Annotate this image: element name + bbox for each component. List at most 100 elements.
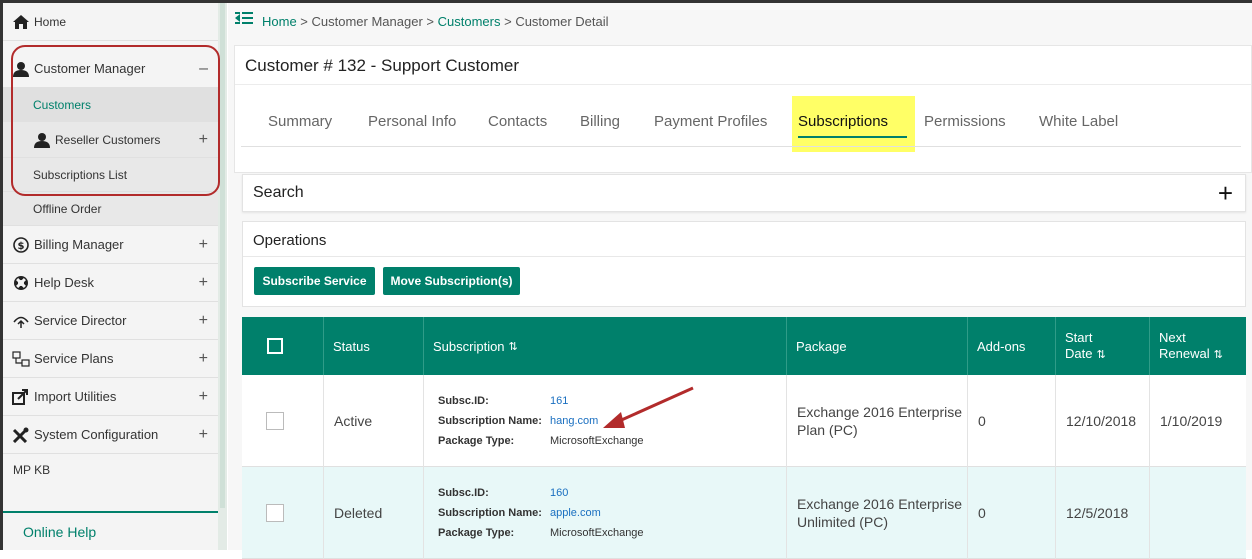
expand-icon[interactable]: + — [199, 388, 208, 406]
subscription-cell: Subsc.ID: 160 Subscription Name: apple.com… — [424, 467, 787, 559]
tab-personal-info[interactable]: Personal Info — [368, 113, 456, 130]
breadcrumb-home[interactable]: Home — [262, 14, 297, 29]
main-content: Home > Customer Manager > Customers > Cu… — [228, 3, 1252, 559]
expand-icon[interactable]: + — [199, 131, 208, 149]
addons-cell: 0 — [968, 375, 1056, 467]
subscription-name-link[interactable]: hang.com — [550, 415, 598, 427]
sidebar-item-home[interactable]: Home — [3, 3, 218, 41]
start-date-cell: 12/10/2018 — [1056, 375, 1150, 467]
sidebar-scrollbar-thumb[interactable] — [220, 3, 225, 508]
tab-payment-profiles[interactable]: Payment Profiles — [654, 113, 767, 130]
expand-icon[interactable]: + — [199, 312, 208, 330]
tabs-divider — [241, 146, 1241, 147]
sidebar-item-mp-kb[interactable]: MP KB — [3, 454, 218, 508]
sidebar-item-label: Customers — [33, 97, 92, 112]
active-tab-indicator — [798, 136, 907, 138]
package-type-value: MicrosoftExchange — [550, 527, 644, 539]
header-select-all — [242, 317, 324, 375]
breadcrumb-bar: Home > Customer Manager > Customers > Cu… — [228, 3, 1252, 41]
select-all-checkbox[interactable] — [267, 338, 283, 354]
subscription-id-link[interactable]: 160 — [550, 487, 568, 499]
expand-icon[interactable]: + — [199, 274, 208, 292]
expand-search-icon[interactable]: + — [1218, 178, 1233, 209]
dollar-circle-icon: $ — [12, 236, 30, 254]
expand-icon[interactable]: + — [199, 426, 208, 444]
header-package: Package — [787, 317, 968, 375]
online-help-link[interactable]: Online Help — [3, 511, 218, 550]
sidebar-item-label: System Configuration — [34, 427, 159, 442]
life-ring-icon — [12, 274, 30, 292]
sidebar-item-customer-manager[interactable]: Customer Manager – — [3, 50, 218, 88]
status-cell: Deleted — [324, 467, 424, 559]
divider — [243, 256, 1245, 257]
tab-white-label[interactable]: White Label — [1039, 113, 1118, 130]
header-start-date[interactable]: Start Date ⇅ — [1056, 317, 1150, 375]
next-renewal-cell: 1/10/2019 — [1160, 413, 1223, 429]
sidebar-item-billing-manager[interactable]: $ Billing Manager + — [3, 226, 218, 264]
breadcrumb-customer-manager: Customer Manager — [311, 14, 423, 29]
row-checkbox[interactable] — [266, 504, 284, 522]
svg-text:$: $ — [18, 241, 25, 252]
sort-icon[interactable]: ⇅ — [1214, 349, 1223, 361]
expand-icon[interactable]: + — [199, 236, 208, 254]
operations-panel: Operations Subscribe Service Move Subscr… — [242, 221, 1246, 307]
sidebar-item-service-director[interactable]: Service Director + — [3, 302, 218, 340]
header-addons: Add-ons — [968, 317, 1056, 375]
tab-billing[interactable]: Billing — [580, 113, 620, 130]
tab-permissions[interactable]: Permissions — [924, 113, 1006, 130]
header-subscription[interactable]: Subscription ⇅ — [424, 317, 787, 375]
sidebar-item-label: MP KB — [13, 463, 51, 477]
header-status: Status — [324, 317, 424, 375]
table-row[interactable]: Deleted Subsc.ID: 160 Subscription Name: a… — [242, 467, 1246, 559]
tab-subscriptions[interactable]: Subscriptions — [798, 113, 888, 130]
package-cell: Exchange 2016 Enterprise Unlimited (PC) — [787, 467, 968, 559]
menu-toggle-icon[interactable] — [234, 10, 254, 26]
package-type-value: MicrosoftExchange — [550, 435, 644, 447]
table-row[interactable]: Active Subsc.ID: 161 Subscription Name: ha… — [242, 375, 1246, 467]
package-cell: Exchange 2016 Enterprise Plan (PC) — [787, 375, 968, 467]
subscription-id-link[interactable]: 161 — [550, 395, 568, 407]
tab-contacts[interactable]: Contacts — [488, 113, 547, 130]
subscription-name-link[interactable]: apple.com — [550, 507, 601, 519]
sidebar-item-label: Billing Manager — [34, 237, 124, 252]
sidebar-item-label: Service Plans — [34, 351, 114, 366]
search-panel-title: Search — [253, 184, 304, 201]
page-title: Customer # 132 - Support Customer — [245, 56, 520, 75]
expand-icon[interactable]: + — [199, 350, 208, 368]
sidebar-item-label: Offline Order — [33, 201, 102, 216]
subscribe-service-button[interactable]: Subscribe Service — [254, 267, 375, 295]
collapse-icon[interactable]: – — [199, 60, 208, 78]
breadcrumb-current: Customer Detail — [515, 14, 609, 29]
row-select-cell — [242, 467, 324, 559]
home-icon — [12, 13, 30, 31]
move-subscriptions-button[interactable]: Move Subscription(s) — [383, 267, 520, 295]
import-icon — [12, 388, 30, 406]
status-cell: Active — [324, 375, 424, 467]
customer-card: Customer # 132 - Support Customer Summar… — [234, 45, 1252, 173]
service-director-icon — [12, 312, 30, 330]
sidebar-item-system-configuration[interactable]: System Configuration + — [3, 416, 218, 454]
operations-title: Operations — [253, 232, 327, 249]
sidebar-item-customers[interactable]: Customers — [3, 88, 218, 122]
sidebar-item-label: Home — [34, 14, 67, 29]
sidebar-item-import-utilities[interactable]: Import Utilities + — [3, 378, 218, 416]
addons-cell: 0 — [968, 467, 1056, 559]
row-checkbox[interactable] — [266, 412, 284, 430]
header-next-renewal[interactable]: Next Renewal ⇅ — [1150, 317, 1246, 375]
sidebar-item-subscriptions-list[interactable]: Subscriptions List — [3, 158, 218, 192]
sidebar-item-label: Import Utilities — [34, 389, 117, 404]
sidebar-item-service-plans[interactable]: Service Plans + — [3, 340, 218, 378]
breadcrumb-customers[interactable]: Customers — [438, 14, 501, 29]
sidebar-item-reseller-customers[interactable]: Reseller Customers + — [3, 122, 218, 158]
table-header: Status Subscription ⇅ Package Add-ons Sta… — [242, 317, 1246, 375]
search-panel[interactable]: Search + — [242, 174, 1246, 212]
sidebar: Home Customer Manager – Customers Resell… — [3, 3, 219, 550]
sidebar-item-offline-order[interactable]: Offline Order — [3, 192, 218, 226]
sidebar-item-help-desk[interactable]: Help Desk + — [3, 264, 218, 302]
tools-icon — [12, 426, 30, 444]
sidebar-item-label: Help Desk — [34, 275, 94, 290]
sidebar-item-label: Reseller Customers — [55, 132, 161, 147]
sort-icon[interactable]: ⇅ — [1096, 349, 1105, 361]
sort-icon[interactable]: ⇅ — [509, 340, 518, 353]
tab-summary[interactable]: Summary — [268, 113, 332, 130]
